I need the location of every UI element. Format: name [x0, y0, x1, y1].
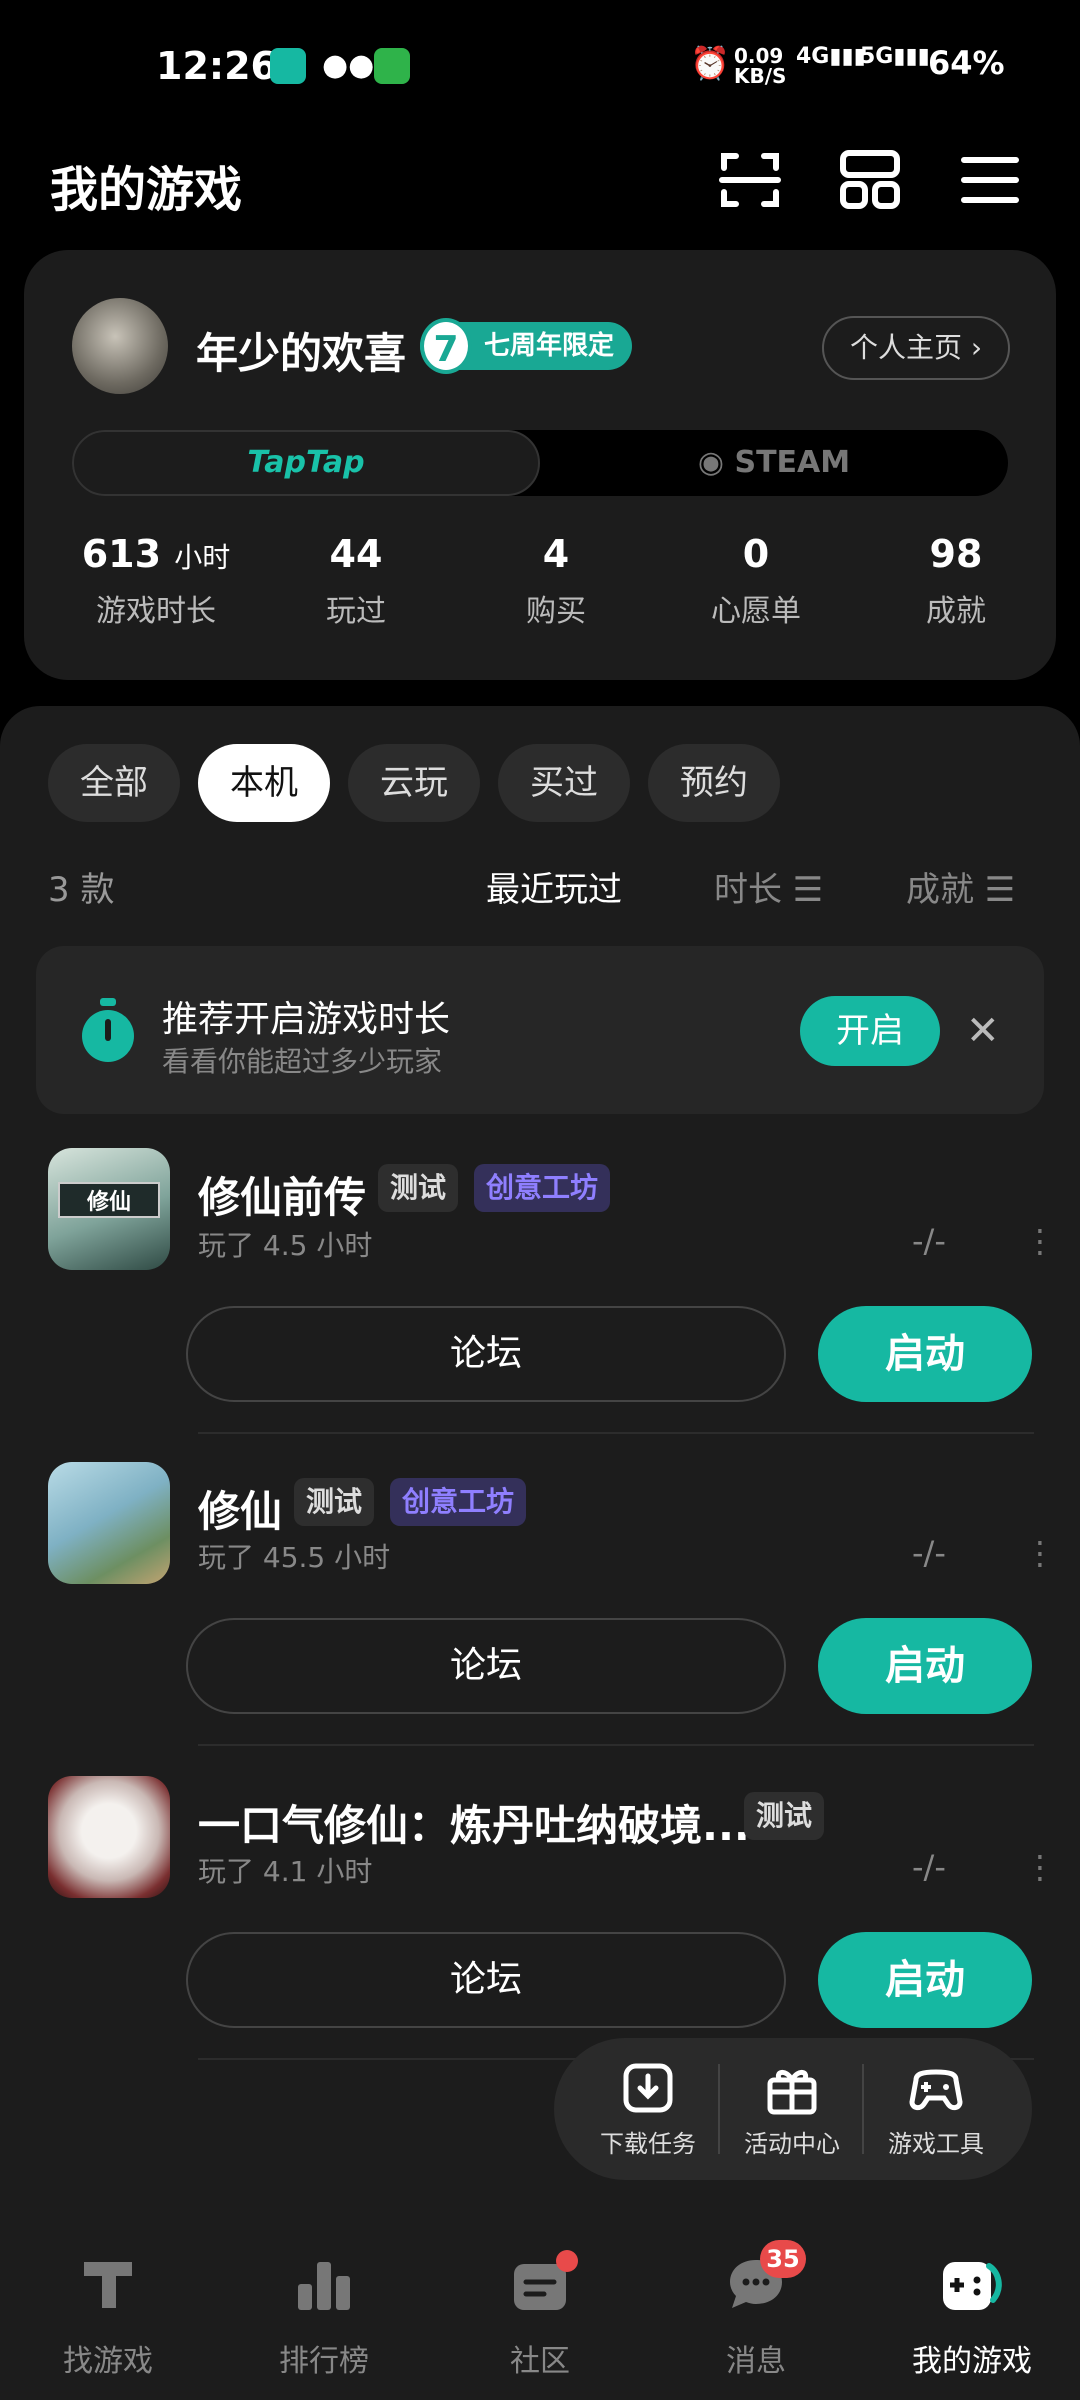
tag-test: 测试 [294, 1478, 375, 1526]
playtime: 玩了 4.1 小时 [198, 1855, 373, 1888]
download-tasks-button[interactable]: 下载任务 [578, 2060, 718, 2159]
filter-chip-cloud[interactable]: 云玩 [348, 744, 480, 822]
signal-5g-icon: 5G▮▮▮ [860, 44, 930, 69]
wechat-icon: ●● [322, 48, 375, 83]
gamepad-icon [866, 2060, 1006, 2116]
playtime: 玩了 45.5 小时 [198, 1541, 391, 1574]
message-icon [648, 2254, 864, 2322]
community-icon [432, 2254, 648, 2322]
forum-button[interactable]: 论坛 [186, 1306, 786, 1402]
scan-icon[interactable] [718, 148, 782, 212]
tab-steam[interactable]: ◉ STEAM [540, 430, 1008, 496]
nav-community[interactable]: 社区 [432, 2254, 648, 2380]
stat-wishlist[interactable]: 0 心愿单 [666, 532, 846, 630]
stat-achievements[interactable]: 98 成就 [866, 532, 1046, 630]
promo-title: 推荐开启游戏时长 [162, 999, 451, 1040]
homepage-button[interactable]: 个人主页 › [822, 316, 1010, 380]
alarm-icon: ⏰ [690, 44, 730, 82]
promo-subtitle: 看看你能超过多少玩家 [162, 1045, 443, 1078]
page-title: 我的游戏 [50, 162, 243, 218]
signal-4g-icon: 4G▮▮▮ [796, 44, 866, 69]
sort-achievements[interactable]: 成就 ☰ [906, 862, 1015, 911]
community-dot-badge [556, 2250, 578, 2272]
more-options-icon[interactable]: ⋮ [1024, 1222, 1056, 1260]
divider [862, 2064, 864, 2154]
game-count: 3 款 [48, 870, 115, 910]
taptap-logo-icon [0, 2254, 216, 2322]
game-tools-button[interactable]: 游戏工具 [866, 2060, 1006, 2159]
username: 年少的欢喜 [196, 329, 407, 378]
close-icon[interactable]: ✕ [966, 1008, 1000, 1054]
tag-test: 测试 [378, 1164, 459, 1212]
stat-purchased[interactable]: 4 购买 [466, 532, 646, 630]
tag-workshop: 创意工坊 [390, 1478, 527, 1526]
enable-playtime-button[interactable]: 开启 [800, 996, 940, 1066]
game-icon-xiuxian[interactable] [48, 1462, 170, 1584]
status-time: 12:26 [156, 44, 277, 88]
nav-find-games[interactable]: 找游戏 [0, 2254, 216, 2380]
divider [198, 1432, 1034, 1434]
stat-playtime[interactable]: 613 小时 游戏时长 [66, 532, 246, 630]
game-icon-yikouqi-xiuxian[interactable] [48, 1776, 170, 1898]
network-speed: 0.09 KB/S [734, 44, 787, 88]
tag-workshop: 创意工坊 [474, 1164, 611, 1212]
game-name[interactable]: 一口气修仙：炼丹吐纳破境... [198, 1792, 750, 1853]
avatar[interactable] [72, 298, 168, 394]
anniversary-badge-icon: 7 [420, 318, 472, 374]
nav-my-games[interactable]: 我的游戏 [864, 2254, 1080, 2380]
filter-chip-reserved[interactable]: 预约 [648, 744, 780, 822]
battery-level: 64% [928, 44, 1005, 82]
ranking-icon [216, 2254, 432, 2322]
divider [198, 1744, 1034, 1746]
filter-chip-bought[interactable]: 买过 [498, 744, 630, 822]
playtime: 玩了 4.5 小时 [198, 1229, 373, 1262]
grid-layout-icon[interactable] [838, 148, 902, 212]
message-count-badge: 35 [760, 2240, 806, 2278]
launch-button[interactable]: 启动 [818, 1932, 1032, 2028]
gamepad-icon [864, 2254, 1080, 2322]
download-icon [578, 2060, 718, 2116]
game-name[interactable]: 修仙前传 [198, 1164, 366, 1225]
divider [718, 2064, 720, 2154]
gift-icon [722, 2060, 862, 2116]
tag-test: 测试 [744, 1792, 825, 1840]
launch-button[interactable]: 启动 [818, 1306, 1032, 1402]
more-options-icon[interactable]: ⋮ [1024, 1534, 1056, 1572]
activity-center-button[interactable]: 活动中心 [722, 2060, 862, 2159]
nav-rankings[interactable]: 排行榜 [216, 2254, 432, 2380]
nav-messages[interactable]: 消息 [648, 2254, 864, 2380]
forum-button[interactable]: 论坛 [186, 1618, 786, 1714]
rating: -/- [912, 1534, 946, 1572]
stopwatch-icon [80, 998, 136, 1062]
app-notification-icon [270, 48, 306, 84]
forum-button[interactable]: 论坛 [186, 1932, 786, 2028]
game-name[interactable]: 修仙 [198, 1478, 282, 1539]
menu-icon[interactable] [958, 148, 1022, 212]
filter-chip-all[interactable]: 全部 [48, 744, 180, 822]
message-app-icon [374, 48, 410, 84]
sort-recent[interactable]: 最近玩过 [486, 862, 622, 911]
steam-icon: ◉ [697, 445, 735, 480]
more-options-icon[interactable]: ⋮ [1024, 1848, 1056, 1886]
rating: -/- [912, 1848, 946, 1886]
tab-taptap[interactable]: TapTap [72, 430, 540, 496]
filter-chip-local[interactable]: 本机 [198, 744, 330, 822]
game-icon-xiuxian-qianzhuan[interactable]: 修仙 [48, 1148, 170, 1270]
stat-played[interactable]: 44 玩过 [266, 532, 446, 630]
sort-playtime[interactable]: 时长 ☰ [714, 862, 823, 911]
rating: -/- [912, 1222, 946, 1260]
launch-button[interactable]: 启动 [818, 1618, 1032, 1714]
